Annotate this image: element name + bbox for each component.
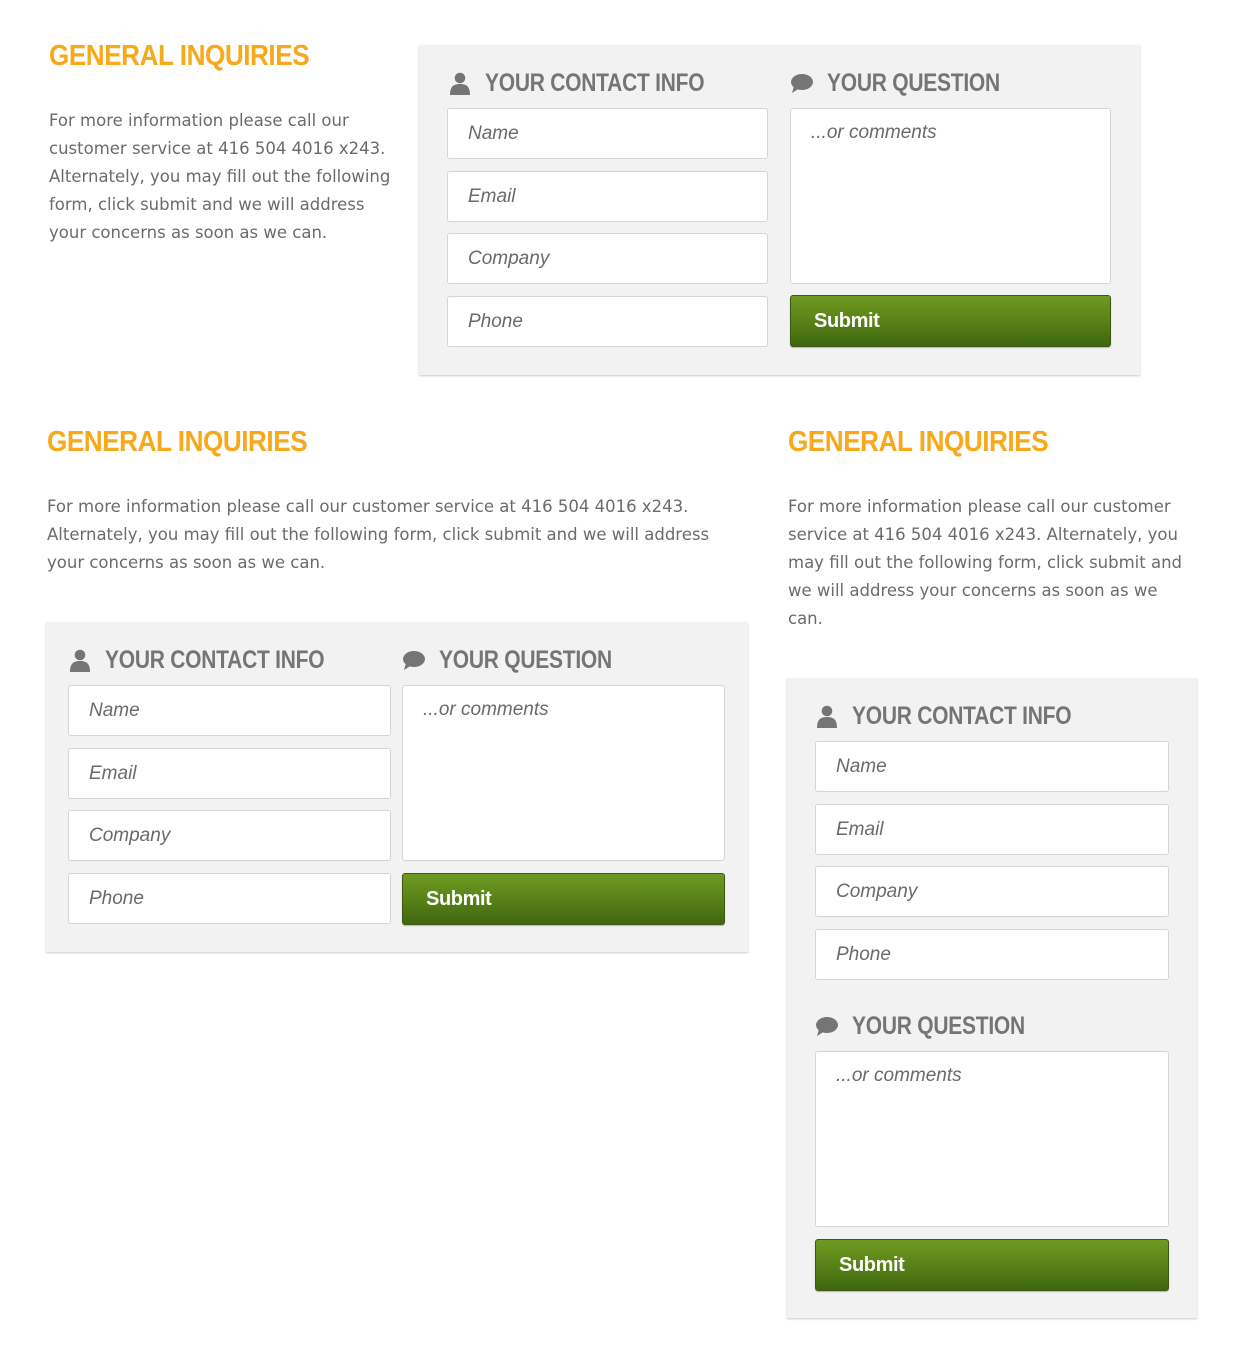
page-title: GENERAL INQUIRIES [47,426,308,458]
phone-input[interactable] [815,929,1169,980]
inquiry-form: YOUR CONTACT INFO YOUR QUESTION Submit [419,45,1140,375]
email-input[interactable] [68,748,391,799]
contact-info-title: YOUR CONTACT INFO [816,701,1113,731]
inquiry-form: YOUR CONTACT INFO YOUR QUESTION Submit [787,678,1197,1318]
question-label: YOUR QUESTION [439,645,612,674]
phone-input[interactable] [447,296,768,347]
comments-textarea[interactable] [815,1051,1169,1227]
company-input[interactable] [815,866,1169,917]
intro-text: For more information please call our cus… [788,497,1183,628]
question-title: YOUR QUESTION [403,645,645,675]
contact-info-title: YOUR CONTACT INFO [69,645,366,675]
speech-bubble-icon [403,648,425,672]
name-input[interactable] [447,108,768,159]
intro-text: For more information please call our cus… [47,497,710,572]
page-title: GENERAL INQUIRIES [49,40,310,72]
user-icon [69,648,91,672]
company-input[interactable] [68,810,391,861]
submit-button[interactable]: Submit [790,295,1111,347]
inquiry-form: YOUR CONTACT INFO YOUR QUESTION Submit [46,622,748,952]
speech-bubble-icon [791,71,813,95]
question-title: YOUR QUESTION [816,1011,1058,1041]
email-input[interactable] [447,171,768,222]
name-input[interactable] [815,741,1169,792]
email-input[interactable] [815,804,1169,855]
user-icon [449,71,471,95]
contact-info-label: YOUR CONTACT INFO [485,68,705,97]
speech-bubble-icon [816,1014,838,1038]
contact-info-title: YOUR CONTACT INFO [449,68,746,98]
comments-textarea[interactable] [790,108,1111,284]
submit-button[interactable]: Submit [402,873,725,925]
submit-button[interactable]: Submit [815,1239,1169,1291]
company-input[interactable] [447,233,768,284]
user-icon [816,704,838,728]
page-title: GENERAL INQUIRIES [788,426,1049,458]
question-label: YOUR QUESTION [827,68,1000,97]
question-label: YOUR QUESTION [852,1011,1025,1040]
comments-textarea[interactable] [402,685,725,861]
intro-text: For more information please call our cus… [49,111,391,242]
name-input[interactable] [68,685,391,736]
contact-info-label: YOUR CONTACT INFO [105,645,325,674]
question-title: YOUR QUESTION [791,68,1033,98]
phone-input[interactable] [68,873,391,924]
contact-info-label: YOUR CONTACT INFO [852,701,1072,730]
